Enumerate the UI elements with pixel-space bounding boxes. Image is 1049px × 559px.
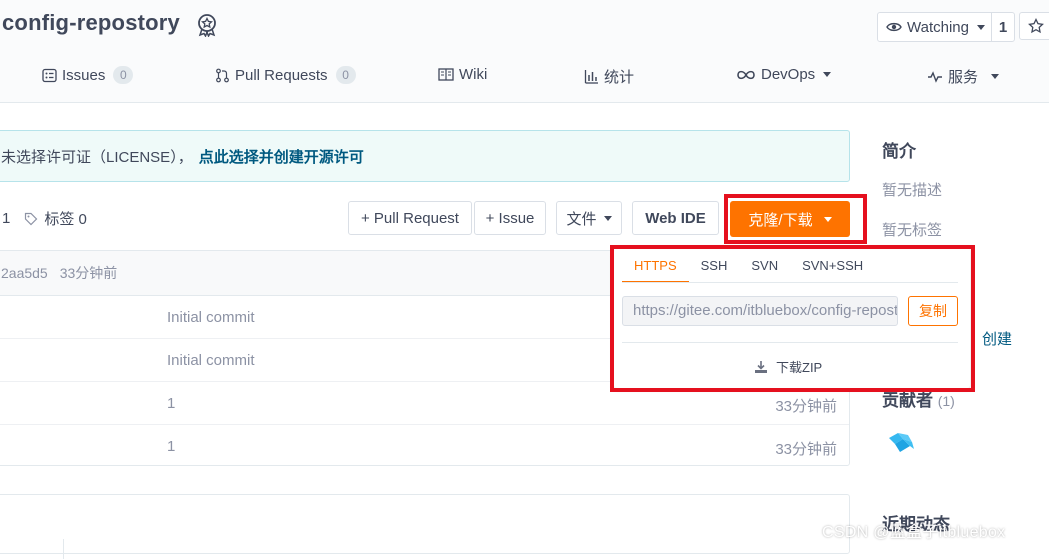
download-zip-button[interactable]: 下载ZIP: [754, 357, 822, 376]
tab-pull-requests-label: Pull Requests: [235, 66, 328, 84]
watch-button[interactable]: Watching 1: [877, 12, 1015, 42]
bar-chart-icon: [584, 70, 598, 84]
tabs-divider: [622, 282, 958, 283]
tab-wiki-label: Wiki: [459, 66, 488, 83]
commit-time: 33分钟前: [775, 441, 837, 458]
contributors-title: 贡献者 (1): [882, 386, 955, 411]
issues-count-badge: 0: [113, 66, 134, 84]
tab-svn-ssh[interactable]: SVN+SSH: [790, 256, 875, 281]
create-license-link[interactable]: 点此选择并创建开源许可: [199, 146, 364, 167]
tab-pull-requests[interactable]: Pull Requests 0: [215, 66, 356, 84]
chevron-down-icon: [991, 74, 1000, 79]
watch-count[interactable]: 1: [990, 13, 1014, 41]
wiki-icon: [438, 68, 454, 81]
award-icon: [198, 14, 216, 37]
contributor-avatar[interactable]: [886, 430, 918, 456]
commit-message[interactable]: 1: [167, 438, 175, 455]
chevron-down-icon: [823, 216, 832, 222]
chevron-down-icon: [976, 24, 985, 30]
protocol-tabs: HTTPS SSH SVN SVN+SSH: [622, 256, 875, 283]
tab-devops[interactable]: DevOps: [736, 66, 832, 83]
issues-icon: [42, 68, 57, 82]
copy-url-button[interactable]: 复制: [908, 296, 958, 326]
download-icon: [755, 360, 767, 373]
dropdown-divider: [622, 342, 958, 343]
star-icon: [1028, 18, 1044, 34]
watch-label: Watching: [907, 18, 969, 36]
clone-download-button[interactable]: 克隆/下载: [730, 201, 850, 237]
repo-name[interactable]: config-repostory: [2, 10, 180, 36]
download-zip-label: 下载ZIP: [776, 360, 823, 375]
tab-svn[interactable]: SVN: [739, 256, 790, 281]
tab-issues[interactable]: Issues 0: [42, 66, 134, 84]
pull-request-icon: [216, 68, 229, 82]
readme-divider: [63, 539, 64, 559]
tab-https[interactable]: HTTPS: [622, 256, 689, 283]
new-issue-button[interactable]: + Issue: [474, 201, 546, 235]
web-ide-button[interactable]: Web IDE: [632, 201, 719, 235]
intro-title: 简介: [882, 142, 916, 161]
clone-url-field[interactable]: https://gitee.com/itbluebox/config-repos…: [622, 296, 898, 326]
tab-stats[interactable]: 统计: [584, 66, 634, 87]
csdn-watermark: CSDN @蓝盒子itbluebox: [822, 524, 1006, 541]
eye-icon: [886, 22, 902, 32]
tab-services-label: 服务: [948, 69, 979, 86]
license-notice: 未选择许可证（LICENSE）， 点此选择并创建开源许可: [0, 130, 850, 182]
tab-wiki[interactable]: Wiki: [438, 66, 487, 83]
tag-icon: [25, 212, 38, 225]
create-link[interactable]: 创建: [982, 328, 1012, 349]
infinity-icon: [737, 70, 755, 79]
tab-issues-label: Issues: [62, 66, 106, 84]
license-text: 未选择许可证（LICENSE），: [1, 148, 193, 166]
commit-message[interactable]: 1: [167, 395, 175, 412]
new-pull-request-button[interactable]: + Pull Request: [348, 201, 472, 235]
pulse-icon: [928, 70, 942, 83]
readme-panel: [0, 494, 850, 559]
branch-count[interactable]: 1: [2, 210, 10, 227]
file-menu-label: 文件: [566, 210, 597, 228]
commit-time: 33分钟前: [775, 398, 837, 415]
branch-tag-info: 1 标签 0: [2, 208, 87, 229]
tab-devops-label: DevOps: [761, 66, 816, 83]
tags-count[interactable]: 标签 0: [44, 208, 87, 229]
star-button[interactable]: [1019, 12, 1049, 40]
clone-download-label: 克隆/下载: [748, 211, 813, 229]
chevron-down-icon: [603, 215, 612, 221]
clone-dropdown: HTTPS SSH SVN SVN+SSH https://gitee.com/…: [614, 248, 970, 388]
table-row[interactable]: 1 33分钟前: [0, 382, 849, 425]
commit-message[interactable]: Initial commit: [167, 352, 255, 369]
commit-hash[interactable]: 2aa5d5: [1, 265, 48, 281]
no-description-text: 暂无描述: [882, 182, 943, 199]
table-row[interactable]: 1 33分钟前: [0, 425, 849, 467]
commit-message[interactable]: Initial commit: [167, 309, 255, 326]
tab-services[interactable]: 服务: [927, 66, 1000, 87]
repo-header: config-repostory Watching 1 Issues 0 Pul…: [0, 0, 1049, 103]
commit-time: 33分钟前: [59, 265, 118, 281]
contributors-title-text: 贡献者: [882, 391, 933, 410]
pulls-count-badge: 0: [335, 66, 356, 84]
file-menu-button[interactable]: 文件: [556, 201, 622, 235]
tab-ssh[interactable]: SSH: [689, 256, 740, 281]
contributors-count: (1): [937, 393, 955, 409]
chevron-down-icon: [823, 72, 832, 77]
no-tags-text: 暂无标签: [882, 222, 943, 239]
tab-stats-label: 统计: [604, 69, 635, 86]
